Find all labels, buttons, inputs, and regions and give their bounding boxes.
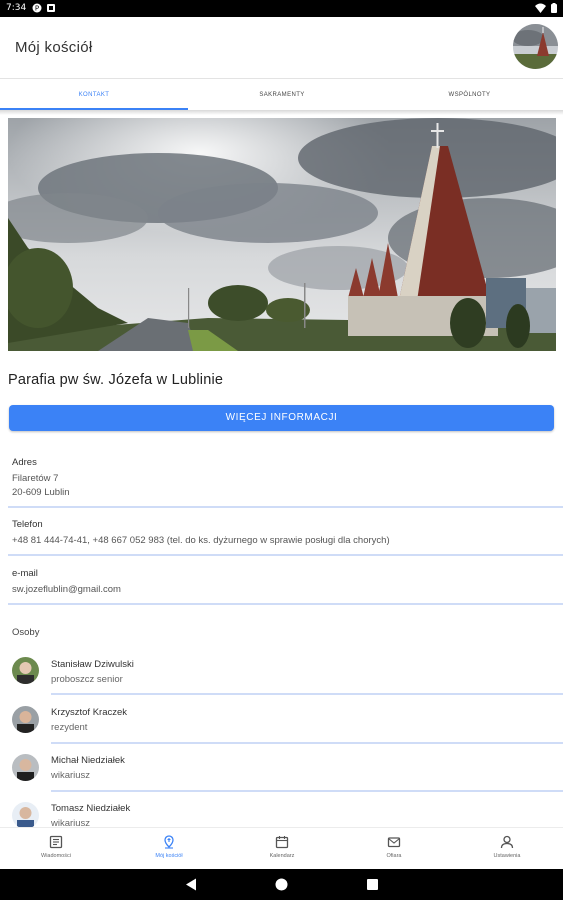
address-label: Adres — [12, 457, 37, 468]
address-line1: Filaretów 7 — [12, 473, 59, 484]
person-photo — [12, 802, 39, 829]
nav-label: Ofiara — [386, 853, 402, 859]
church-photo-image — [8, 118, 556, 351]
nav-label: Mój kościół — [155, 853, 183, 859]
tab-bar: KONTAKT SAKRAMENTY WSPÓLNOTY — [0, 78, 563, 111]
avatar[interactable] — [12, 657, 39, 684]
person-icon — [500, 835, 514, 849]
svg-text:P: P — [35, 5, 39, 13]
address-line2: 20-609 Lublin — [12, 487, 70, 498]
people-section-label: Osoby — [12, 627, 40, 638]
person-name[interactable]: Krzysztof Kraczek — [51, 707, 127, 718]
divider — [8, 506, 563, 508]
person-role: rezydent — [51, 722, 88, 733]
nav-kalendarz[interactable]: Kalendarz — [226, 828, 338, 870]
person-photo — [12, 754, 39, 781]
nav-label: Kalendarz — [269, 853, 295, 859]
tab-sakramenty[interactable]: SAKRAMENTY — [188, 79, 376, 112]
nav-moj-kosciol[interactable]: Mój kościół — [113, 828, 225, 870]
nav-ofiara[interactable]: Ofiara — [338, 828, 450, 870]
avatar[interactable] — [12, 754, 39, 781]
avatar[interactable] — [12, 706, 39, 733]
person-name[interactable]: Michał Niedziałek — [51, 755, 125, 766]
church-avatar[interactable] — [513, 24, 558, 69]
nav-ustawienia[interactable]: Ustawienia — [451, 828, 563, 870]
divider — [8, 554, 563, 556]
home-icon[interactable] — [275, 878, 288, 891]
person-photo — [12, 657, 39, 684]
status-bar: 7:34 P — [0, 0, 563, 17]
nav-wiadomosci[interactable]: Wiadomości — [0, 828, 112, 870]
envelope-icon — [387, 837, 401, 848]
divider — [8, 603, 563, 605]
divider — [51, 693, 563, 695]
recents-icon[interactable] — [367, 879, 378, 890]
notification-icon: P — [32, 3, 42, 13]
app-bar: Mój kościół — [0, 17, 563, 77]
bottom-navigation: Wiadomości Mój kościół Kalendarz Ofiara — [0, 827, 563, 869]
divider — [51, 790, 563, 792]
email-value[interactable]: sw.jozeflublin@gmail.com — [12, 583, 121, 597]
person-name[interactable]: Tomasz Niedziałek — [51, 803, 130, 814]
news-icon — [49, 835, 63, 849]
nav-label: Wiadomości — [41, 853, 71, 859]
divider — [51, 742, 563, 744]
parish-name: Parafia pw św. Józefa w Lublinie — [8, 372, 224, 388]
phone-value[interactable]: +48 81 444-74-41, +48 667 052 983 (tel. … — [12, 534, 390, 548]
phone-label: Telefon — [12, 519, 43, 530]
nav-label: Ustawienia — [493, 853, 521, 859]
tabs-shadow — [0, 110, 563, 115]
church-photo — [8, 118, 556, 351]
alert-icon — [47, 4, 55, 12]
person-name[interactable]: Stanisław Dziwulski — [51, 659, 134, 670]
tab-wspolnoty[interactable]: WSPÓLNOTY — [376, 79, 563, 112]
system-navigation-bar — [0, 869, 563, 900]
battery-icon — [551, 3, 557, 13]
email-label: e-mail — [12, 568, 38, 579]
page-title: Mój kościół — [15, 39, 93, 56]
wifi-icon — [535, 3, 546, 13]
avatar[interactable] — [12, 802, 39, 829]
more-info-button[interactable]: WIĘCEJ INFORMACJI — [9, 405, 554, 431]
person-role: proboszcz senior — [51, 674, 123, 685]
calendar-icon — [275, 836, 289, 849]
person-role: wikariusz — [51, 770, 91, 781]
church-pin-icon — [164, 835, 174, 849]
church-thumbnail-image — [513, 24, 558, 69]
status-time: 7:34 — [6, 3, 27, 13]
back-icon[interactable] — [185, 878, 197, 891]
person-photo — [12, 706, 39, 733]
